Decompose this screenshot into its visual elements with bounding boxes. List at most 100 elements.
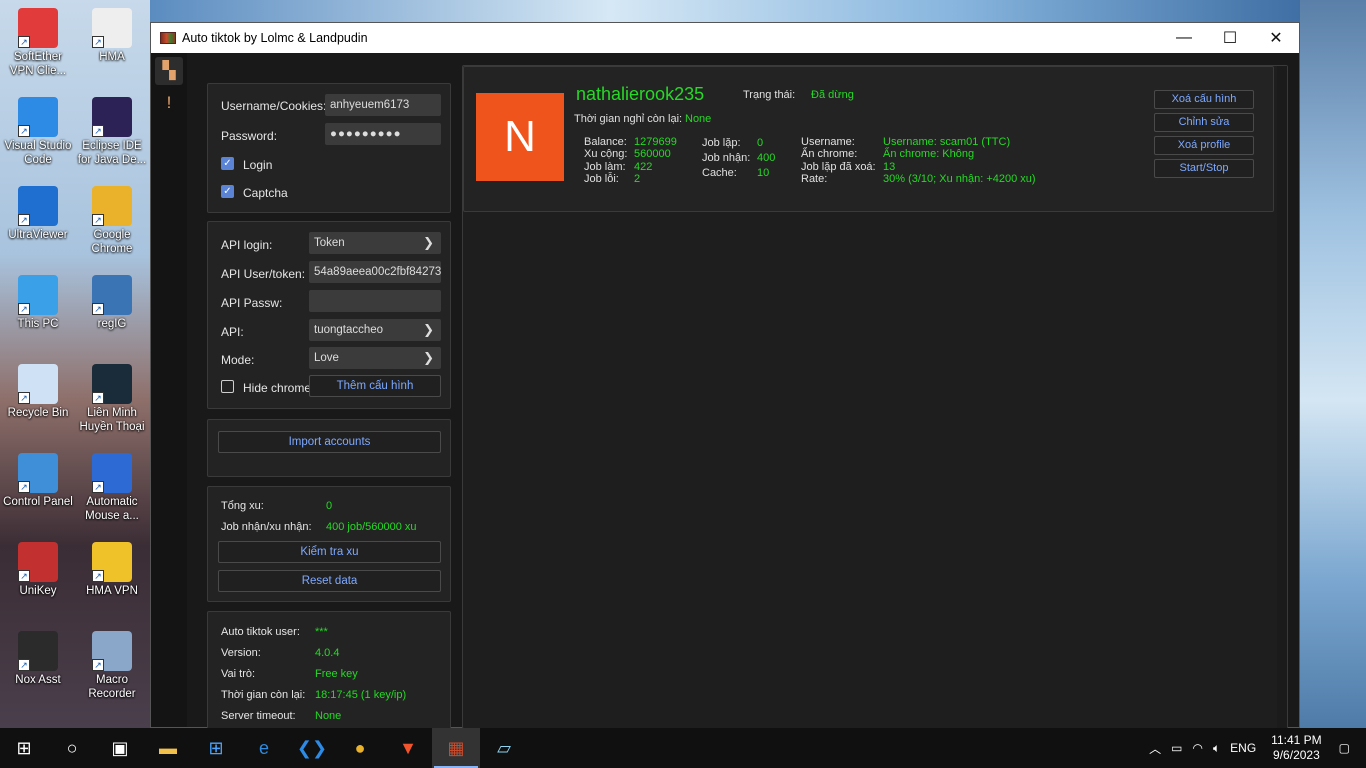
desktop-icon[interactable]: ↗ UniKey	[1, 542, 75, 598]
add-config-button[interactable]: Thêm cấu hình	[309, 375, 441, 397]
delete-profile-button[interactable]: Xoá profile	[1154, 136, 1254, 155]
job-lam-label: Job làm:	[584, 161, 626, 173]
username-label: Username/Cookies:	[221, 99, 327, 113]
username-input[interactable]: anhyeuem6173	[325, 94, 441, 116]
mode-select[interactable]: Love ❯	[309, 347, 441, 369]
desktop-icon-label: Control Panel	[3, 496, 73, 508]
desktop-icon[interactable]: ↗ UltraViewer	[1, 186, 75, 242]
desktop-icon[interactable]: ↗ Control Panel	[1, 453, 75, 509]
login-checkbox[interactable]: ✓	[221, 157, 234, 170]
desktop-icon[interactable]: ↗ Macro Recorder	[75, 631, 149, 701]
search-icon[interactable]: ○	[48, 728, 96, 768]
report-icon[interactable]: !	[155, 89, 183, 117]
desktop-icon[interactable]: ↗ regIG	[75, 275, 149, 331]
job-nhan-label: Job nhận:	[702, 152, 751, 164]
password-label: Password:	[221, 129, 278, 143]
clock-date: 9/6/2023	[1273, 748, 1320, 762]
maximize-button[interactable]: ☐	[1207, 23, 1253, 53]
desktop-icon[interactable]: ↗ This PC	[1, 275, 75, 331]
shortcut-arrow-icon: ↗	[92, 214, 104, 226]
balance-label: Balance:	[584, 136, 627, 148]
app-shortcut-icon: ↗	[92, 186, 132, 226]
notifications-icon[interactable]: ▢	[1339, 741, 1350, 755]
login-panel: Username/Cookies: anhyeuem6173 Password:…	[207, 83, 451, 213]
desktop-icon-label: Visual Studio Code	[4, 140, 72, 166]
app-shortcut-icon: ↗	[92, 453, 132, 493]
chevron-down-icon: ❯	[423, 322, 434, 337]
chevron-up-icon[interactable]: ︿	[1149, 740, 1161, 757]
chevron-down-icon: ❯	[423, 235, 434, 250]
close-button[interactable]: ✕	[1253, 23, 1299, 53]
shortcut-arrow-icon: ↗	[18, 659, 30, 671]
desktop-icon[interactable]: ↗ Automatic Mouse a...	[75, 453, 149, 523]
job-lap-xoa-value: 13	[883, 161, 896, 173]
desktop-icon[interactable]: ↗ Visual Studio Code	[1, 97, 75, 167]
auto-tiktok-taskbar-icon[interactable]: ▦	[432, 728, 480, 768]
reset-data-button[interactable]: Reset data	[218, 570, 441, 592]
card-username-label: Username:	[801, 136, 855, 148]
api-pass-input[interactable]	[309, 290, 441, 312]
card-username-value: Username: scam01 (TTC)	[883, 136, 1011, 148]
language-indicator[interactable]: ENG	[1230, 741, 1256, 755]
wifi-icon[interactable]: ◠	[1192, 741, 1202, 755]
desktop-icon-label: Nox Asst	[15, 674, 61, 686]
shortcut-arrow-icon: ↗	[92, 125, 104, 137]
import-accounts-button[interactable]: Import accounts	[218, 431, 441, 453]
shortcut-arrow-icon: ↗	[92, 570, 104, 582]
role-label: Vai trò:	[221, 668, 256, 680]
desktop-icon[interactable]: ↗ Recycle Bin	[1, 364, 75, 420]
desktop-icon[interactable]: ↗ HMA	[75, 8, 149, 64]
api-panel: API login: Token ❯ API User/token: 54a89a…	[207, 221, 451, 409]
api-login-select[interactable]: Token ❯	[309, 232, 441, 254]
api-select[interactable]: tuongtaccheo ❯	[309, 319, 441, 341]
store-icon[interactable]: ⊞	[192, 728, 240, 768]
edge-icon[interactable]: e	[240, 728, 288, 768]
delete-config-button[interactable]: Xoá cấu hình	[1154, 90, 1254, 109]
captcha-checkbox[interactable]: ✓	[221, 185, 234, 198]
app-shortcut-icon: ↗	[18, 453, 58, 493]
start-stop-button[interactable]: Start/Stop	[1154, 159, 1254, 178]
brave-icon[interactable]: ▼	[384, 728, 432, 768]
desktop-icon[interactable]: ↗ SoftEther VPN Clie...	[1, 8, 75, 78]
vscode-icon[interactable]: ❮❯	[288, 728, 336, 768]
app-window: Auto tiktok by Lolmc & Landpudin — ☐ ✕ ▚…	[150, 22, 1300, 731]
notepad-icon[interactable]: ▱	[480, 728, 528, 768]
desktop-icon[interactable]: ↗ Google Chrome	[75, 186, 149, 256]
desktop-icon-label: HMA	[99, 51, 125, 63]
password-input[interactable]: ●●●●●●●●●	[325, 123, 441, 145]
dashboard-icon[interactable]: ▚	[155, 57, 183, 85]
desktop-icon-label: Google Chrome	[91, 229, 133, 255]
version-label: Version:	[221, 647, 261, 659]
api-user-input[interactable]: 54a89aeea00c2fbf84273	[309, 261, 441, 283]
rest-time-value: None	[685, 113, 712, 125]
desktop-icon[interactable]: ↗ Nox Asst	[1, 631, 75, 687]
job-value: 400 job/560000 xu	[326, 521, 417, 533]
version-value: 4.0.4	[315, 647, 340, 659]
desktop-icon[interactable]: ↗ Liên Minh Huyền Thoại	[75, 364, 149, 434]
battery-icon[interactable]: ▭	[1171, 741, 1182, 755]
scrollbar[interactable]	[1277, 66, 1287, 728]
clock[interactable]: 11:41 PM 9/6/2023	[1271, 733, 1321, 763]
minimize-button[interactable]: —	[1161, 23, 1207, 53]
hide-chrome-checkbox[interactable]	[221, 380, 234, 393]
chevron-down-icon: ❯	[423, 350, 434, 365]
job-nhan-value: 400	[757, 152, 776, 164]
rate-label: Rate:	[801, 173, 828, 185]
edit-button[interactable]: Chỉnh sửa	[1154, 113, 1254, 132]
balance-value: 1279699	[634, 136, 677, 148]
app-shortcut-icon: ↗	[18, 364, 58, 404]
cache-label: Cache:	[702, 167, 737, 179]
desktop-icon[interactable]: ↗ Eclipse IDE for Java De...	[75, 97, 149, 167]
desktop-icon-label: HMA VPN	[86, 585, 138, 597]
desktop-icon-label: regIG	[97, 318, 127, 330]
task-view-icon[interactable]: ▣	[96, 728, 144, 768]
volume-icon[interactable]: 🔈︎	[1213, 741, 1220, 756]
desktop-icon[interactable]: ↗ HMA VPN	[75, 542, 149, 598]
windows-start-icon[interactable]: ⊞	[0, 728, 48, 768]
file-explorer-icon[interactable]: ▬	[144, 728, 192, 768]
total-coin-label: Tổng xu:	[221, 500, 264, 512]
cache-value: 10	[757, 167, 770, 179]
chrome-icon[interactable]: ●	[336, 728, 384, 768]
app-shortcut-icon: ↗	[92, 97, 132, 137]
check-coin-button[interactable]: Kiểm tra xu	[218, 541, 441, 563]
